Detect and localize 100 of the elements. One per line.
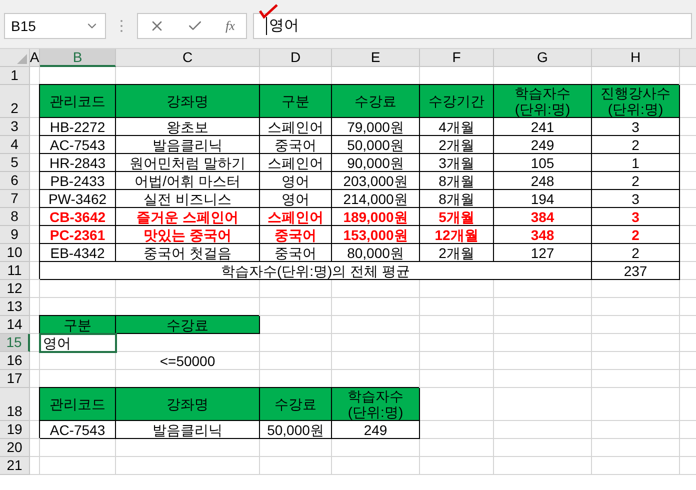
empty-cell[interactable] bbox=[592, 388, 680, 421]
empty-cell[interactable] bbox=[494, 457, 592, 475]
table-cell[interactable]: HR-2843 bbox=[40, 154, 116, 172]
table-cell[interactable]: HB-2272 bbox=[40, 118, 116, 136]
row-header[interactable]: 6 bbox=[0, 172, 30, 190]
column-heading[interactable]: 수강료 bbox=[116, 316, 260, 334]
table-cell[interactable]: 중국어 첫걸음 bbox=[116, 244, 260, 262]
row-header[interactable]: 8 bbox=[0, 208, 30, 226]
table-cell[interactable]: 발음클리닉 bbox=[116, 136, 260, 154]
table-cell[interactable]: 348 bbox=[494, 226, 592, 244]
table-cell[interactable]: 50,000원 bbox=[332, 136, 420, 154]
empty-cell[interactable] bbox=[592, 457, 680, 475]
row-header[interactable]: 4 bbox=[0, 136, 30, 154]
table-cell[interactable]: PB-2433 bbox=[40, 172, 116, 190]
table-cell[interactable]: 203,000원 bbox=[332, 172, 420, 190]
column-heading[interactable]: 학습자수 (단위:명) bbox=[332, 388, 420, 421]
table-cell[interactable]: 5개월 bbox=[420, 208, 494, 226]
table-cell[interactable]: 즐거운 스페인어 bbox=[116, 208, 260, 226]
row-header[interactable]: 15 bbox=[0, 334, 30, 352]
column-heading[interactable]: 관리코드 bbox=[40, 388, 116, 421]
row-header[interactable]: 14 bbox=[0, 316, 30, 334]
table-cell[interactable]: 2 bbox=[592, 226, 680, 244]
table-cell[interactable]: 3 bbox=[592, 118, 680, 136]
column-header[interactable]: H bbox=[592, 49, 680, 67]
empty-cell[interactable] bbox=[420, 280, 494, 298]
table-cell[interactable]: CB-3642 bbox=[40, 208, 116, 226]
table-cell[interactable]: 2 bbox=[592, 136, 680, 154]
row-header[interactable]: 20 bbox=[0, 439, 30, 457]
table-cell[interactable]: 중국어 bbox=[260, 226, 332, 244]
empty-cell[interactable] bbox=[494, 352, 592, 370]
column-header[interactable]: E bbox=[332, 49, 420, 67]
table-cell[interactable]: 241 bbox=[494, 118, 592, 136]
empty-cell[interactable] bbox=[592, 280, 680, 298]
empty-cell[interactable] bbox=[592, 316, 680, 334]
column-heading[interactable]: 수강기간 bbox=[420, 85, 494, 118]
column-heading[interactable]: 관리코드 bbox=[40, 85, 116, 118]
row-header[interactable]: 5 bbox=[0, 154, 30, 172]
column-heading[interactable]: 구분 bbox=[260, 85, 332, 118]
empty-cell[interactable] bbox=[420, 352, 494, 370]
empty-cell[interactable] bbox=[494, 334, 592, 352]
table-cell[interactable]: 237 bbox=[592, 262, 680, 280]
table-cell[interactable]: PC-2361 bbox=[40, 226, 116, 244]
empty-cell[interactable] bbox=[494, 370, 592, 388]
empty-cell[interactable] bbox=[30, 439, 40, 457]
row-header[interactable]: 19 bbox=[0, 421, 30, 439]
table-cell[interactable]: 249 bbox=[494, 136, 592, 154]
empty-cell[interactable] bbox=[40, 280, 116, 298]
table-cell[interactable]: 스페인어 bbox=[260, 154, 332, 172]
empty-cell[interactable] bbox=[592, 334, 680, 352]
table-cell[interactable]: 90,000원 bbox=[332, 154, 420, 172]
table-cell[interactable]: 왕초보 bbox=[116, 118, 260, 136]
row-header[interactable]: 12 bbox=[0, 280, 30, 298]
empty-cell[interactable] bbox=[332, 439, 420, 457]
table-cell[interactable]: 3 bbox=[592, 190, 680, 208]
table-cell[interactable]: 실전 비즈니스 bbox=[116, 190, 260, 208]
table-cell[interactable]: 79,000원 bbox=[332, 118, 420, 136]
table-cell[interactable]: 영어 bbox=[40, 334, 116, 352]
table-cell[interactable]: 105 bbox=[494, 154, 592, 172]
table-cell[interactable]: AC-7543 bbox=[40, 136, 116, 154]
row-header[interactable]: 9 bbox=[0, 226, 30, 244]
table-cell[interactable]: 2 bbox=[592, 172, 680, 190]
row-header[interactable]: 13 bbox=[0, 298, 30, 316]
row-header[interactable]: 17 bbox=[0, 370, 30, 388]
insert-function-button[interactable]: fx bbox=[226, 16, 235, 36]
table-cell[interactable]: 맛있는 중국어 bbox=[116, 226, 260, 244]
table-cell[interactable]: 8개월 bbox=[420, 172, 494, 190]
row-header[interactable]: 10 bbox=[0, 244, 30, 262]
table-cell[interactable]: 249 bbox=[332, 421, 420, 439]
empty-cell[interactable] bbox=[116, 457, 260, 475]
table-cell[interactable]: 8개월 bbox=[420, 190, 494, 208]
empty-cell[interactable] bbox=[592, 421, 680, 439]
table-cell[interactable]: 4개월 bbox=[420, 118, 494, 136]
empty-cell[interactable] bbox=[30, 352, 40, 370]
empty-cell[interactable] bbox=[420, 298, 494, 316]
table-cell[interactable]: 50,000원 bbox=[260, 421, 332, 439]
table-cell[interactable]: 2개월 bbox=[420, 244, 494, 262]
empty-cell[interactable] bbox=[592, 370, 680, 388]
empty-cell[interactable] bbox=[260, 334, 332, 352]
column-heading[interactable]: 강좌명 bbox=[116, 85, 260, 118]
formula-input[interactable]: 영어 bbox=[253, 13, 692, 39]
table-cell[interactable]: 영어 bbox=[260, 190, 332, 208]
column-header[interactable]: D bbox=[260, 49, 332, 67]
empty-cell[interactable] bbox=[494, 298, 592, 316]
empty-cell[interactable] bbox=[260, 298, 332, 316]
empty-cell[interactable] bbox=[592, 352, 680, 370]
empty-cell[interactable] bbox=[420, 457, 494, 475]
table-cell[interactable]: 214,000원 bbox=[332, 190, 420, 208]
table-cell[interactable]: 스페인어 bbox=[260, 118, 332, 136]
empty-cell[interactable] bbox=[40, 439, 116, 457]
row-header[interactable]: 7 bbox=[0, 190, 30, 208]
empty-cell[interactable] bbox=[494, 439, 592, 457]
empty-cell[interactable] bbox=[494, 280, 592, 298]
table-cell[interactable]: 2개월 bbox=[420, 136, 494, 154]
table-cell[interactable]: 80,000원 bbox=[332, 244, 420, 262]
empty-cell[interactable] bbox=[332, 334, 420, 352]
empty-cell[interactable] bbox=[332, 352, 420, 370]
column-heading[interactable]: 수강료 bbox=[332, 85, 420, 118]
empty-cell[interactable] bbox=[116, 439, 260, 457]
empty-cell[interactable] bbox=[260, 457, 332, 475]
empty-cell[interactable] bbox=[332, 457, 420, 475]
